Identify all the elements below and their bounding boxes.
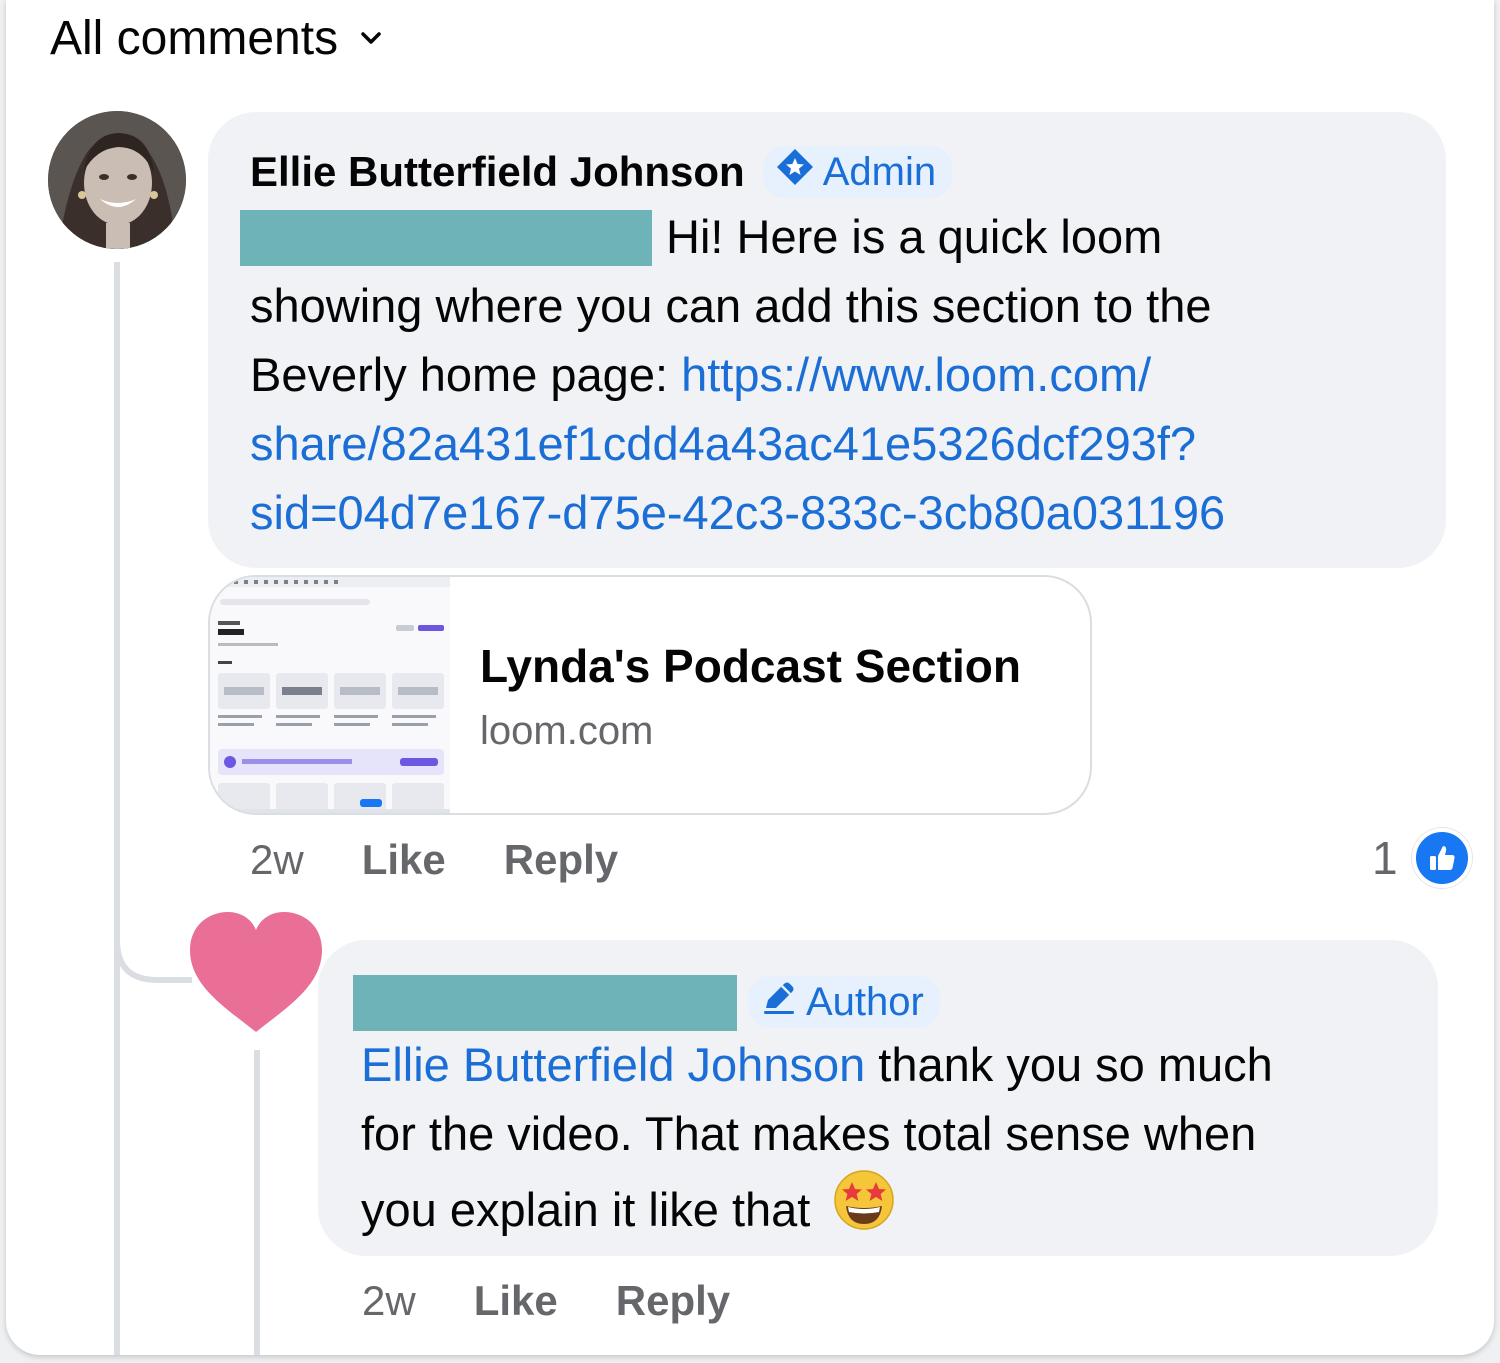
reply-like-button[interactable]: Like [474,1277,558,1325]
comment-bubble: Ellie Butterfield Johnson Admin Hi! Here… [208,112,1446,568]
reaction-count: 1 [1372,832,1398,884]
loom-link-part3[interactable]: sid=04d7e167-d75e-42c3-833c-3cb80a031196 [250,478,1225,547]
link-preview-card[interactable]: Lynda's Podcast Section loom.com [208,575,1092,815]
link-preview-thumbnail [210,577,450,813]
chevron-down-icon [360,31,382,45]
link-preview-domain: loom.com [480,709,654,753]
admin-badge-icon [775,147,815,197]
mention-link[interactable]: Ellie Butterfield Johnson [361,1038,865,1091]
thread-branch [114,900,192,983]
comment-timestamp[interactable]: 2w [250,836,304,884]
thumbs-up-icon [1411,828,1472,888]
comment-text-line3: Beverly home page: https://www.loom.com/ [250,340,1151,409]
sort-label: All comments [50,11,339,65]
comment-text-prefix: Beverly home page: [250,348,682,401]
thread-line-main [114,262,120,1355]
reply-reply-button[interactable]: Reply [616,1277,730,1325]
author-badge: Author [748,976,940,1028]
pencil-icon [760,978,798,1026]
reply-text-line1: Ellie Butterfield Johnson thank you so m… [361,1030,1273,1099]
comment-sort-dropdown[interactable]: All comments [50,8,382,68]
like-button[interactable]: Like [362,836,446,884]
loom-link-part2[interactable]: share/82a431ef1cdd4a43ac41e5326dcf293f? [250,409,1196,478]
author-badge-label: Author [806,979,924,1024]
reply-text-line2: for the video. That makes total sense wh… [361,1107,1257,1160]
loom-link-part1[interactable]: https://www.loom.com/ [681,348,1151,401]
reply-text-line3: you explain it like that [361,1168,896,1250]
comment-text-line2: showing where you can add this section t… [250,279,1212,332]
star-struck-emoji [832,1168,896,1250]
reply-button[interactable]: Reply [504,836,618,884]
avatar[interactable] [48,111,186,249]
reaction-summary[interactable]: 1 [1372,828,1472,888]
reply-text-line3-text: you explain it like that [361,1182,811,1236]
reply-text-suffix: thank you so much [865,1038,1273,1091]
admin-badge: Admin [762,146,953,198]
reply-timestamp[interactable]: 2w [362,1277,416,1325]
redacted-author-name [353,975,737,1031]
admin-badge-label: Admin [822,149,937,194]
heart-icon [186,908,326,1041]
redacted-mention [240,210,652,266]
reply-bubble: Author Ellie Butterfield Johnson thank y… [318,940,1438,1256]
comments-panel: All comments Ellie Butterfield Johnson A… [6,0,1494,1355]
avatar-photo [48,111,186,249]
comment-author-name[interactable]: Ellie Butterfield Johnson [250,148,745,196]
thread-line-reply [254,1050,260,1355]
link-preview-title: Lynda's Podcast Section [480,640,1021,692]
comment-text-line1: Hi! Here is a quick loom [666,210,1163,263]
